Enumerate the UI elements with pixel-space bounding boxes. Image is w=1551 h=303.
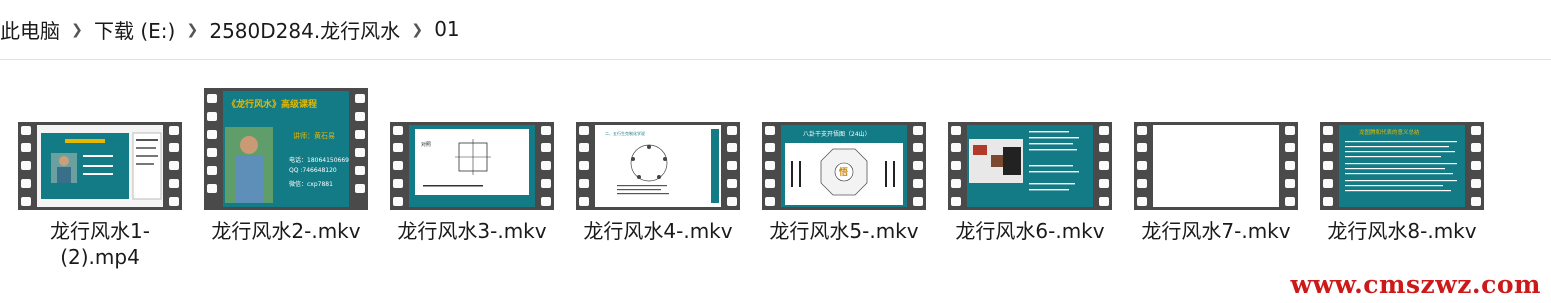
chevron-right-icon[interactable]: ❯ — [404, 22, 430, 38]
video-thumbnail: 八卦干支开悟图（24山） 悟 — [762, 122, 926, 210]
file-name: 龙行风水3-.mkv — [397, 219, 547, 243]
slide-phone: 电话：18064150669 — [289, 157, 349, 164]
slide-title: 《龙行风水》高级课程 — [227, 100, 318, 110]
breadcrumb-this-pc[interactable]: 此电脑 — [0, 15, 64, 44]
slide-title: 八卦干支开悟图（24山） — [803, 131, 871, 138]
video-frame: 对照 — [409, 125, 535, 207]
breadcrumb-current-folder[interactable]: 01 — [430, 17, 463, 41]
slide-caption: 对照 — [421, 142, 432, 148]
video-thumbnail: 《龙行风水》高级课程 讲师：黄石易 电话：18064150669 QQ :746… — [204, 88, 368, 210]
video-thumbnail: 二、五行生克制化学说 — [576, 122, 740, 210]
file-name: 龙行风水7-.mkv — [1141, 219, 1291, 243]
chevron-right-icon[interactable]: ❯ — [64, 22, 90, 38]
file-name-line2: (2).mp4 — [60, 245, 140, 269]
slide-qq: QQ :746648120 — [289, 167, 337, 174]
video-frame: 八卦干支开悟图（24山） 悟 — [781, 125, 907, 207]
file-name: 龙行风水8-.mkv — [1327, 219, 1477, 243]
file-name-line1: 龙行风水1- — [50, 219, 150, 243]
file-list: 龙行风水1- (2).mp4 《龙行风水》高级课程 讲师：黄石易 电话：1806… — [0, 60, 1551, 280]
slide-lecturer: 讲师：黄石易 — [293, 132, 335, 140]
video-thumbnail: 龙图腾和代表的意义总结 — [1320, 122, 1484, 210]
breadcrumb: 此电脑 ❯ 下载 (E:) ❯ 2580D284.龙行风水 ❯ 01 — [0, 0, 1551, 58]
video-thumbnail — [1134, 122, 1298, 210]
file-name: 龙行风水5-.mkv — [769, 219, 919, 243]
video-frame — [1153, 125, 1279, 207]
file-name: 龙行风水4-.mkv — [583, 219, 733, 243]
video-frame: 二、五行生克制化学说 — [595, 125, 721, 207]
slide-wechat: 微信：cxp7881 — [289, 181, 333, 188]
video-frame — [37, 125, 163, 207]
video-frame: 《龙行风水》高级课程 讲师：黄石易 电话：18064150669 QQ :746… — [223, 91, 349, 207]
slide-center-glyph: 悟 — [839, 168, 849, 178]
file-name: 龙行风水1- (2).mp4 — [10, 218, 190, 270]
slide-title: 龙图腾和代表的意义总结 — [1359, 130, 1420, 136]
file-name: 龙行风水6-.mkv — [955, 219, 1105, 243]
breadcrumb-folder[interactable]: 2580D284.龙行风水 — [205, 15, 404, 44]
video-thumbnail — [948, 122, 1112, 210]
site-watermark: www.cmszwz.com — [1290, 270, 1541, 299]
slide-caption: 二、五行生克制化学说 — [605, 131, 645, 136]
file-name: 龙行风水2-.mkv — [211, 219, 361, 243]
video-frame — [967, 125, 1093, 207]
breadcrumb-downloads-drive[interactable]: 下载 (E:) — [90, 15, 179, 44]
video-thumbnail — [18, 122, 182, 210]
video-thumbnail: 对照 — [390, 122, 554, 210]
chevron-right-icon[interactable]: ❯ — [179, 22, 205, 38]
video-frame: 龙图腾和代表的意义总结 — [1339, 125, 1465, 207]
